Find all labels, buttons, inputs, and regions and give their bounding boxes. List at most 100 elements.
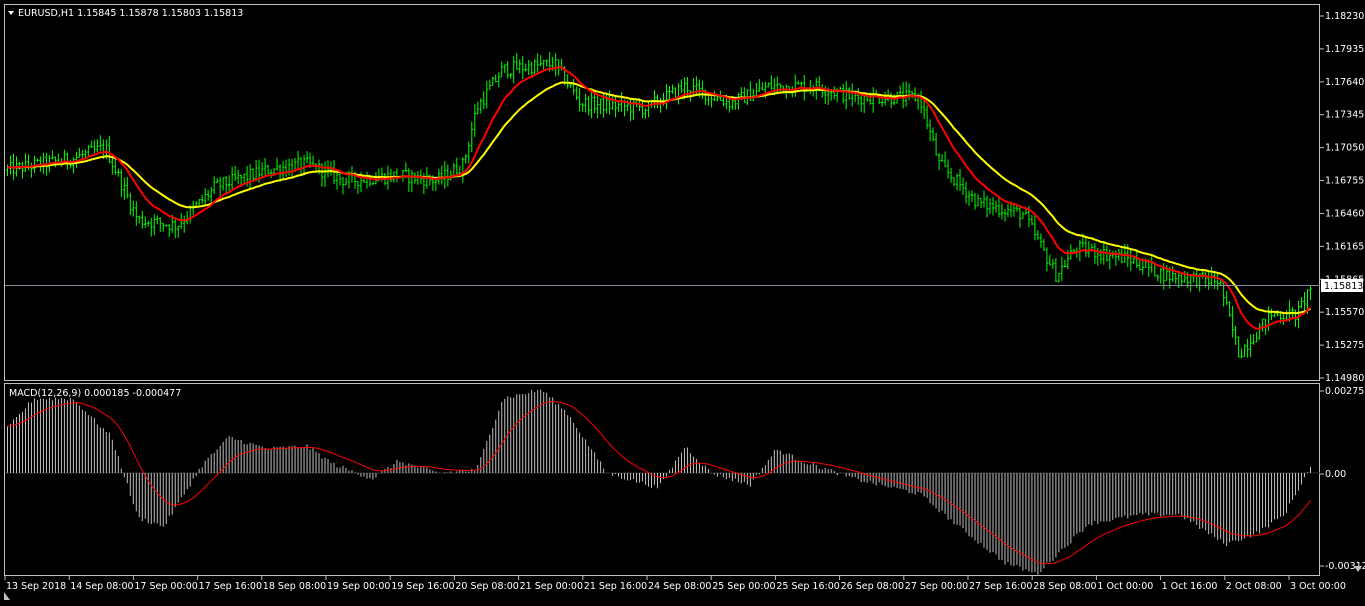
candle bbox=[509, 72, 512, 79]
candle bbox=[1201, 270, 1204, 279]
candle bbox=[800, 81, 803, 87]
candle bbox=[587, 95, 590, 116]
candle bbox=[87, 145, 90, 158]
candle bbox=[1261, 318, 1264, 332]
candle bbox=[584, 93, 587, 113]
candle bbox=[1246, 338, 1249, 358]
candle bbox=[159, 217, 162, 233]
candle bbox=[611, 95, 614, 111]
candle bbox=[99, 135, 102, 151]
candle bbox=[284, 159, 288, 177]
macd-axis-label-zero: 0.00 bbox=[1325, 469, 1346, 480]
time-axis-label: 13 Sep 2018 bbox=[6, 581, 66, 592]
candle bbox=[404, 162, 408, 173]
candle bbox=[1057, 273, 1061, 283]
candle bbox=[156, 215, 159, 225]
candle bbox=[1045, 247, 1049, 272]
candle bbox=[833, 86, 836, 100]
candle bbox=[596, 94, 599, 119]
candle bbox=[943, 151, 947, 167]
candle bbox=[341, 177, 345, 195]
candle bbox=[644, 108, 647, 119]
macd-plot[interactable] bbox=[5, 389, 1320, 575]
candle bbox=[1000, 203, 1004, 220]
candle bbox=[1171, 265, 1174, 283]
candle bbox=[1180, 272, 1183, 287]
candle bbox=[150, 217, 153, 237]
candle bbox=[198, 199, 201, 205]
candle bbox=[117, 168, 120, 177]
price-axis[interactable]: 1.18230 1.17935 1.17640 1.17345 1.17050 1.167… bbox=[1320, 11, 1364, 384]
candle bbox=[446, 164, 450, 187]
candle bbox=[1189, 275, 1192, 292]
candle bbox=[141, 210, 144, 229]
candle bbox=[1285, 310, 1288, 320]
time-axis-label: 17 Sep 16:00 bbox=[199, 581, 262, 592]
candle bbox=[904, 81, 908, 107]
candle bbox=[979, 198, 983, 208]
candle bbox=[1054, 257, 1058, 283]
candle bbox=[494, 74, 497, 83]
candle bbox=[224, 176, 228, 194]
candle bbox=[36, 158, 39, 162]
ma-slow-line bbox=[7, 81, 1311, 315]
candle bbox=[1195, 269, 1198, 288]
triangle-down-icon[interactable] bbox=[8, 11, 14, 15]
macd-axis[interactable]: 0.002752 0.00 -0.003124 bbox=[1320, 386, 1365, 572]
candle bbox=[365, 171, 369, 189]
candle bbox=[848, 87, 851, 100]
price-axis-label: 1.18230 bbox=[1325, 11, 1364, 22]
candle bbox=[72, 157, 75, 174]
autoscroll-icon[interactable] bbox=[4, 592, 10, 600]
candle bbox=[18, 161, 21, 170]
candle bbox=[302, 154, 306, 174]
current-price-label: 1.15813 bbox=[1324, 281, 1363, 292]
candle bbox=[461, 157, 465, 183]
candle bbox=[1051, 258, 1055, 269]
candle bbox=[949, 167, 953, 183]
candle bbox=[1069, 244, 1073, 260]
candle bbox=[758, 79, 761, 92]
mt4-chart-window[interactable]: EURUSD,H1 1.15845 1.15878 1.15803 1.1581… bbox=[0, 0, 1365, 602]
time-axis[interactable]: 13 Sep 2018 14 Sep 08:00 17 Sep 00:00 17 Se… bbox=[4, 576, 1346, 592]
chart-svg[interactable]: EURUSD,H1 1.15845 1.15878 1.15803 1.1581… bbox=[0, 0, 1365, 602]
candle bbox=[527, 59, 530, 76]
candle bbox=[1267, 306, 1270, 332]
candle bbox=[952, 177, 956, 187]
candle bbox=[344, 177, 348, 186]
candle bbox=[521, 55, 524, 80]
candle bbox=[928, 119, 932, 142]
main-panel-header: EURUSD,H1 1.15845 1.15878 1.15803 1.1581… bbox=[18, 8, 243, 19]
candle bbox=[761, 82, 764, 91]
candle bbox=[473, 104, 476, 137]
candle bbox=[1273, 313, 1276, 318]
candle bbox=[1084, 235, 1088, 258]
time-axis-label: 2 Oct 08:00 bbox=[1226, 581, 1282, 592]
candle bbox=[919, 90, 923, 114]
candle bbox=[545, 59, 548, 67]
candle bbox=[416, 171, 420, 185]
candle bbox=[617, 100, 620, 113]
candle bbox=[123, 177, 126, 200]
main-price-plot[interactable] bbox=[6, 51, 1312, 359]
candle bbox=[1231, 305, 1234, 338]
candle bbox=[230, 166, 234, 190]
candle bbox=[871, 87, 875, 113]
candle bbox=[797, 80, 800, 85]
candle bbox=[108, 135, 111, 163]
candle bbox=[1024, 209, 1028, 215]
candle bbox=[233, 165, 237, 182]
candle bbox=[1303, 292, 1306, 313]
candle bbox=[755, 82, 758, 98]
candle bbox=[599, 98, 602, 115]
candle bbox=[362, 178, 366, 183]
candle bbox=[913, 87, 917, 102]
candle bbox=[958, 168, 962, 191]
price-axis-label: 1.14980 bbox=[1325, 373, 1364, 384]
candle bbox=[186, 211, 189, 225]
candle bbox=[809, 79, 812, 94]
candle bbox=[281, 161, 285, 180]
candle bbox=[455, 157, 459, 175]
candle bbox=[371, 181, 375, 186]
candle bbox=[144, 216, 147, 228]
